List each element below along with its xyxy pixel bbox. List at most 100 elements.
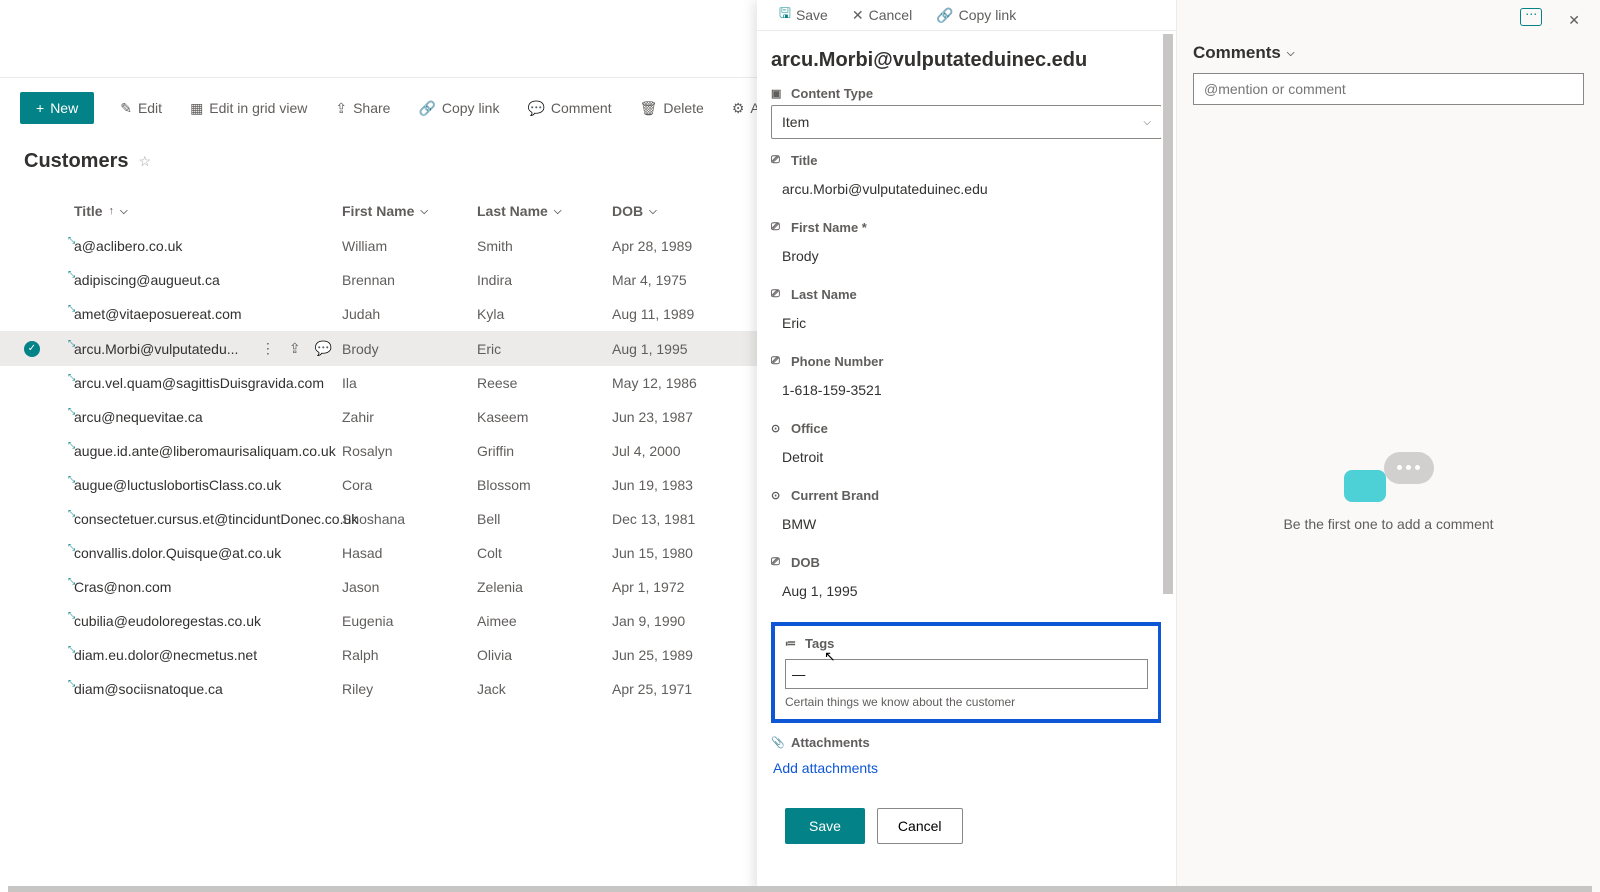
row-last-name: Reese [477, 375, 612, 391]
comment-icon[interactable]: 💬 [315, 340, 332, 357]
choice-icon: ⊙ [771, 489, 785, 503]
item-link-icon: ⤡ [68, 440, 75, 451]
row-title[interactable]: ⤡diam@sociisnatoque.ca [74, 681, 223, 697]
chevron-down-icon: ⌵ [649, 206, 657, 217]
row-first-name: Zahir [342, 409, 477, 425]
save-button[interactable]: Save [785, 808, 865, 844]
row-title[interactable]: ⤡cubilia@eudoloregestas.co.uk [74, 613, 261, 629]
row-last-name: Bell [477, 511, 612, 527]
row-dob: Jun 19, 1983 [612, 477, 762, 493]
chevron-down-icon: ⌵ [1287, 48, 1295, 59]
edit-button[interactable]: ✎ Edit [108, 92, 174, 125]
row-first-name: Brody [342, 341, 477, 357]
comments-toggle-icon[interactable] [1520, 8, 1542, 26]
favorite-icon[interactable]: ☆ [138, 153, 151, 170]
comment-input[interactable] [1193, 73, 1584, 105]
row-dob: Jan 9, 1990 [612, 613, 762, 629]
text-icon: ⎚ [771, 355, 785, 369]
first-name-field[interactable]: Brody [771, 239, 1162, 273]
horizontal-scrollbar[interactable] [8, 886, 1592, 892]
scrollbar-thumb[interactable] [1163, 34, 1173, 594]
office-field[interactable]: Detroit [771, 440, 1162, 474]
row-title[interactable]: ⤡a@aclibero.co.uk [74, 238, 182, 254]
edit-grid-button[interactable]: ▦ Edit in grid view [178, 92, 319, 125]
row-title[interactable]: ⤡arcu@nequevitae.ca [74, 409, 203, 425]
pencil-icon: ✎ [120, 100, 132, 117]
row-dob: Jun 23, 1987 [612, 409, 762, 425]
chevron-down-icon: ⌵ [120, 206, 128, 217]
panel-save-button[interactable]: 🖫 Save [769, 0, 838, 31]
row-title[interactable]: ⤡diam.eu.dolor@necmetus.net [74, 647, 257, 663]
row-title[interactable]: ⤡arcu.vel.quam@sagittisDuisgravida.com [74, 375, 324, 391]
link-icon: 🔗 [936, 7, 953, 24]
row-title[interactable]: ⤡augue.id.ante@liberomaurisaliquam.co.uk [74, 443, 336, 459]
title-field[interactable]: arcu.Morbi@vulputateduinec.edu [771, 172, 1162, 206]
share-button[interactable]: ⇪ Share [323, 92, 402, 125]
new-button[interactable]: + New [20, 92, 94, 124]
brand-field[interactable]: BMW [771, 507, 1162, 541]
plus-icon: + [36, 100, 44, 116]
row-title[interactable]: ⤡convallis.dolor.Quisque@at.co.uk [74, 545, 281, 561]
row-title[interactable]: ⤡amet@vitaeposuereat.com [74, 306, 242, 322]
close-icon: ✕ [852, 7, 864, 24]
phone-field[interactable]: 1-618-159-3521 [771, 373, 1162, 407]
row-first-name: Eugenia [342, 613, 477, 629]
item-link-icon: ⤡ [68, 303, 75, 314]
row-first-name: Shoshana [342, 511, 477, 527]
row-first-name: Jason [342, 579, 477, 595]
delete-button[interactable]: 🗑 Delete [628, 92, 716, 125]
panel-heading: arcu.Morbi@vulputateduinec.edu [771, 39, 1162, 86]
last-name-field[interactable]: Eric [771, 306, 1162, 340]
row-title[interactable]: ⤡consectetuer.cursus.et@tinciduntDonec.c… [74, 511, 358, 527]
content-type-select[interactable]: Item ⌵ [771, 105, 1162, 139]
col-last-name[interactable]: Last Name ⌵ [477, 203, 612, 219]
save-icon: 🖫 [779, 3, 791, 27]
row-dob: Aug 11, 1989 [612, 306, 762, 322]
row-dob: Apr 28, 1989 [612, 238, 762, 254]
edit-panel: 🖫 Save ✕ Cancel 🔗 Copy link arcu.Morbi@v… [757, 0, 1600, 892]
panel-close-button[interactable]: ✕ [1564, 8, 1584, 33]
panel-toolbar: 🖫 Save ✕ Cancel 🔗 Copy link [757, 0, 1176, 30]
col-first-name[interactable]: First Name ⌵ [342, 203, 477, 219]
share-icon[interactable]: ⇪ [289, 340, 301, 357]
panel-body[interactable]: arcu.Morbi@vulputateduinec.edu ▣Content … [757, 30, 1176, 892]
row-first-name: Brennan [342, 272, 477, 288]
flow-icon: ⚙ [732, 100, 745, 117]
copy-link-button[interactable]: 🔗 Copy link [406, 92, 511, 125]
row-first-name: Riley [342, 681, 477, 697]
col-dob[interactable]: DOB ⌵ [612, 203, 762, 219]
col-title[interactable]: Title ↑ ⌵ [74, 203, 342, 219]
panel-footer: Save Cancel [771, 796, 1162, 856]
panel-main: 🖫 Save ✕ Cancel 🔗 Copy link arcu.Morbi@v… [757, 0, 1177, 892]
comment-button[interactable]: 💬 Comment [515, 92, 623, 125]
cancel-button[interactable]: Cancel [877, 808, 963, 844]
add-attachments-link[interactable]: Add attachments [771, 754, 1162, 782]
panel-scrollbar[interactable] [1161, 34, 1175, 794]
item-link-icon: ⤡ [68, 235, 75, 246]
comments-header[interactable]: Comments ⌵ [1193, 43, 1584, 63]
tags-input[interactable] [785, 659, 1148, 689]
text-icon: ⎚ [771, 154, 785, 168]
row-title[interactable]: ⤡Cras@non.com [74, 579, 171, 595]
row-dob: Dec 13, 1981 [612, 511, 762, 527]
row-first-name: Judah [342, 306, 477, 322]
row-title[interactable]: ⤡adipiscing@augueut.ca [74, 272, 220, 288]
row-last-name: Kaseem [477, 409, 612, 425]
panel-copylink-button[interactable]: 🔗 Copy link [926, 0, 1026, 31]
chevron-down-icon: ⌵ [554, 206, 562, 217]
item-link-icon: ⤡ [68, 542, 75, 553]
text-icon: ⎚ [771, 221, 785, 235]
row-last-name: Indira [477, 272, 612, 288]
item-link-icon: ⤡ [68, 610, 75, 621]
more-icon[interactable]: ⋮ [261, 340, 275, 357]
row-last-name: Aimee [477, 613, 612, 629]
row-title[interactable]: ⤡arcu.Morbi@vulputatedu... [74, 341, 238, 357]
trash-icon: 🗑 [640, 100, 658, 117]
item-link-icon: ⤡ [68, 338, 75, 349]
panel-cancel-button[interactable]: ✕ Cancel [842, 0, 922, 31]
dob-field[interactable]: Aug 1, 1995 [771, 574, 1162, 608]
row-title[interactable]: ⤡augue@luctuslobortisClass.co.uk [74, 477, 281, 493]
item-link-icon: ⤡ [68, 678, 75, 689]
row-selected-icon[interactable]: ✓ [24, 341, 40, 357]
new-label: New [50, 100, 78, 116]
